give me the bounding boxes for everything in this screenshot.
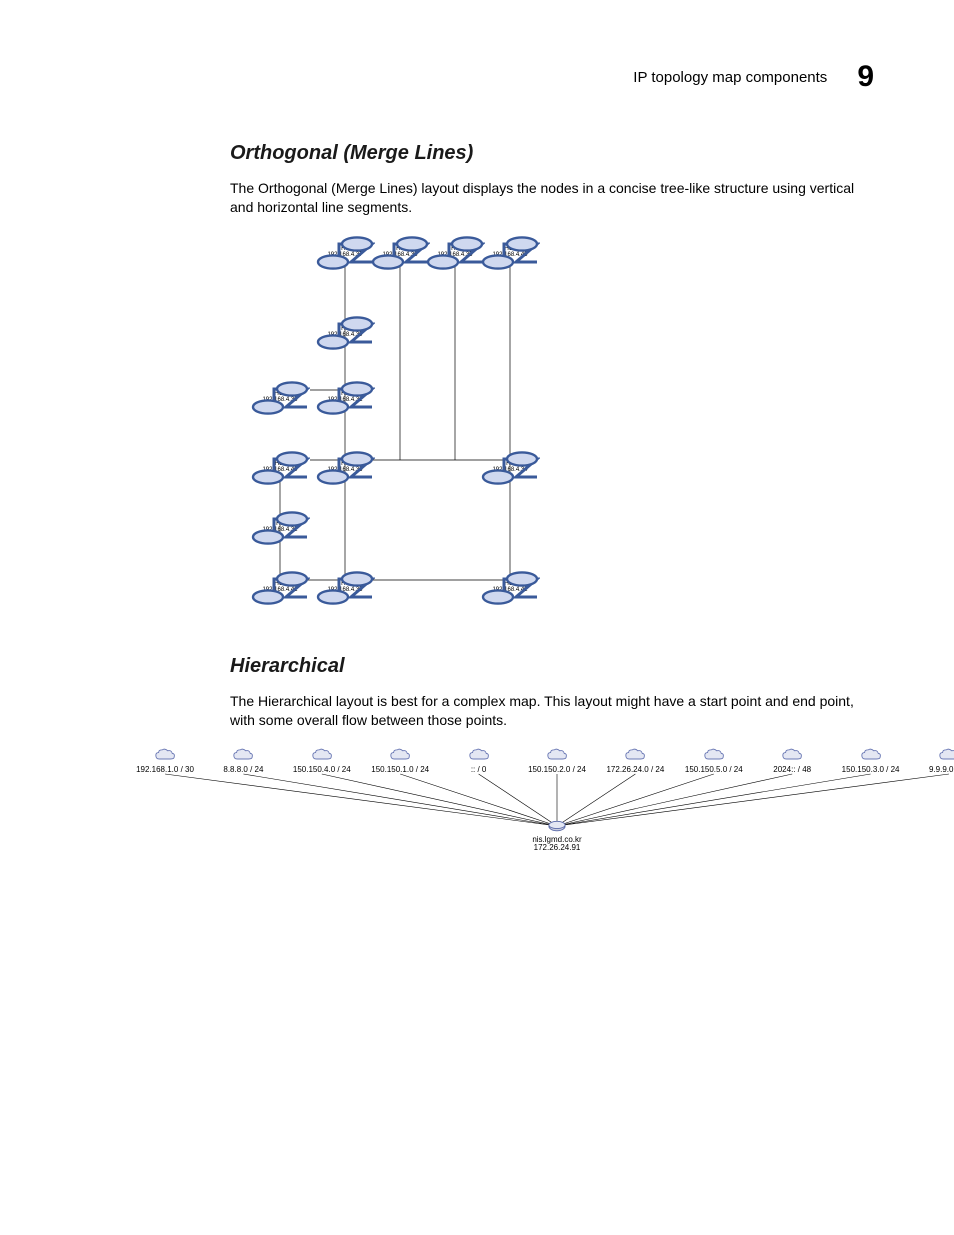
switch-icon	[502, 450, 518, 460]
cloud-icon	[232, 748, 254, 764]
subnet-node: 8.8.8.0 / 24	[208, 748, 278, 775]
subnet-node: 192.168.1.0 / 30	[130, 748, 200, 775]
cloud-icon	[781, 748, 803, 764]
chapter-number: 9	[857, 60, 874, 94]
topology-node: H14192.168.4.43	[480, 235, 540, 259]
subnet-label: 150.150.5.0 / 24	[679, 766, 749, 775]
subnet-node: 150.150.2.0 / 24	[522, 748, 592, 775]
subnet-label: 150.150.4.0 / 24	[287, 766, 357, 775]
cloud-icon	[389, 748, 411, 764]
section-heading-hierarchical: Hierarchical	[230, 655, 874, 678]
cloud-icon	[938, 748, 954, 764]
switch-icon	[272, 380, 288, 390]
subnet-label: 9.9.9.0 / 24	[914, 766, 954, 775]
subnet-label: 150.150.2.0 / 24	[522, 766, 592, 775]
subnet-node: :: / 0	[444, 748, 514, 775]
switch-icon	[337, 235, 353, 245]
topology-node: H2192.168.4.31	[315, 380, 375, 404]
topology-node: H13192.168.4.42	[480, 570, 540, 594]
topology-node: H11192.168.4.40	[250, 450, 310, 474]
subnet-node: 150.150.1.0 / 24	[365, 748, 435, 775]
topology-node: H8192.168.4.35	[425, 235, 485, 259]
switch-icon	[392, 235, 408, 245]
subnet-label: 192.168.1.0 / 30	[130, 766, 200, 775]
subnet-node: 150.150.4.0 / 24	[287, 748, 357, 775]
subnet-label: 150.150.3.0 / 24	[836, 766, 906, 775]
topology-node: H9192.168.4.39	[315, 315, 375, 339]
cloud-icon	[546, 748, 568, 764]
orthogonal-diagram: H5192.168.4.37H1192.168.4.38H8192.168.4.…	[230, 235, 610, 605]
cloud-icon	[860, 748, 882, 764]
switch-icon	[502, 570, 518, 580]
switch-icon	[337, 315, 353, 325]
cloud-icon	[624, 748, 646, 764]
hier-center-ip: 172.26.24.91	[522, 844, 592, 853]
topology-node: H10192.168.4.38	[250, 380, 310, 404]
topology-node: H5192.168.4.37	[315, 235, 375, 259]
page-header-title: IP topology map components	[633, 69, 827, 86]
switch-icon	[272, 510, 288, 520]
cloud-icon	[154, 748, 176, 764]
subnet-label: 150.150.1.0 / 24	[365, 766, 435, 775]
switch-icon	[272, 570, 288, 580]
switch-icon	[447, 235, 463, 245]
subnet-node: 9.9.9.0 / 24	[914, 748, 954, 775]
cloud-icon	[468, 748, 490, 764]
switch-icon	[272, 450, 288, 460]
subnet-label: :: / 0	[444, 766, 514, 775]
subnet-label: 172.26.24.0 / 24	[600, 766, 670, 775]
subnet-node: 150.150.5.0 / 24	[679, 748, 749, 775]
section-body-hierarchical: The Hierarchical layout is best for a co…	[230, 692, 874, 730]
switch-icon	[502, 235, 518, 245]
topology-node: H7192.168.4.36	[315, 450, 375, 474]
subnet-node: 150.150.3.0 / 24	[836, 748, 906, 775]
switch-icon	[337, 450, 353, 460]
subnet-label: 8.8.8.0 / 24	[208, 766, 278, 775]
cloud-icon	[311, 748, 333, 764]
topology-node: H4192.168.4.33	[315, 570, 375, 594]
cloud-icon	[703, 748, 725, 764]
switch-icon	[337, 380, 353, 390]
topology-node: H3192.168.4.32	[250, 510, 310, 534]
section-body-orthogonal: The Orthogonal (Merge Lines) layout disp…	[230, 179, 874, 217]
switch-icon	[337, 570, 353, 580]
hier-center-node: nis.lgmd.co.kr 172.26.24.91	[522, 820, 592, 854]
router-icon	[548, 820, 566, 834]
subnet-node: 2024:: / 48	[757, 748, 827, 775]
section-heading-orthogonal: Orthogonal (Merge Lines)	[230, 142, 874, 165]
subnet-label: 2024:: / 48	[757, 766, 827, 775]
subnet-node: 172.26.24.0 / 24	[600, 748, 670, 775]
topology-node: H6192.168.4.34	[480, 450, 540, 474]
topology-node: H12192.168.4.41	[250, 570, 310, 594]
hierarchical-diagram: 192.168.1.0 / 30 8.8.8.0 / 24 150.150.4.0 …	[120, 748, 834, 868]
topology-node: H1192.168.4.38	[370, 235, 430, 259]
